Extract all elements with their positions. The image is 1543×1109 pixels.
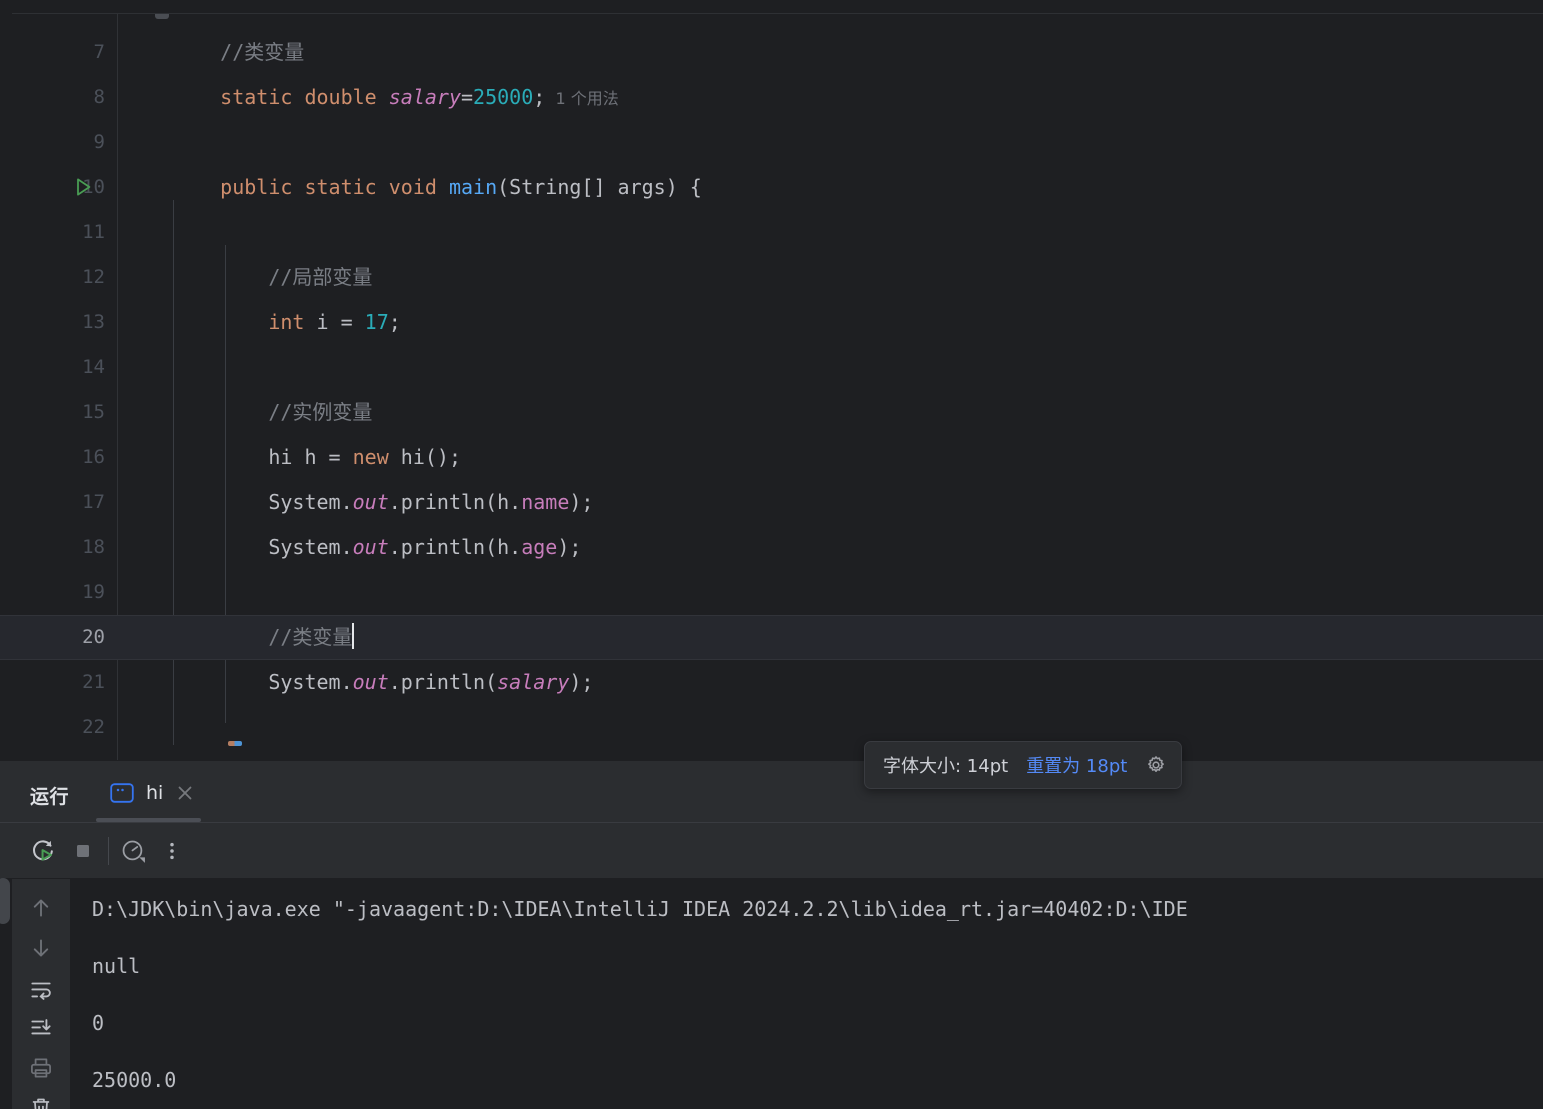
code-lines-container: 7 //类变量 8 static double salary=25000; 1 个… (0, 0, 1543, 760)
code-line-9[interactable]: 9 (0, 120, 1543, 165)
line-number: 17 (82, 491, 105, 513)
code-line-7[interactable]: 7 //类变量 (0, 30, 1543, 75)
console-output-line: 0 (92, 1011, 105, 1035)
run-tool-window: 运行 hi D:\JDK\bin\java.exe "-javaagent:D:… (0, 760, 1543, 1109)
line-number: 7 (93, 41, 105, 63)
line-number: 8 (93, 86, 105, 108)
text-caret (352, 623, 355, 649)
arrow-up-icon[interactable] (26, 893, 56, 923)
code-text[interactable]: //实例变量 (172, 390, 1543, 435)
code-text[interactable]: //局部变量 (172, 255, 1543, 300)
line-number: 9 (93, 131, 105, 153)
console-text[interactable]: D:\JDK\bin\java.exe "-javaagent:D:\IDEA\… (92, 879, 1543, 1109)
code-line-11[interactable]: 11 (0, 210, 1543, 255)
console-output-area[interactable]: D:\JDK\bin\java.exe "-javaagent:D:\IDEA\… (0, 879, 1543, 1109)
line-number: 18 (82, 536, 105, 558)
code-text[interactable]: public static void main(String[] args) { (172, 165, 1543, 210)
code-line-20[interactable]: 20 //类变量 (0, 615, 1543, 660)
scroll-to-end-icon[interactable] (26, 1013, 56, 1043)
toolbar-separator (108, 837, 109, 865)
fold-indicator-bottom[interactable] (228, 741, 242, 746)
console-output-line: null (92, 954, 141, 978)
console-output-line: 25000.0 (92, 1068, 177, 1092)
run-toolbar (0, 823, 1543, 879)
code-editor[interactable]: 7 //类变量 8 static double salary=25000; 1 个… (0, 0, 1543, 760)
ide-window: 7 //类变量 8 static double salary=25000; 1 个… (0, 0, 1543, 1109)
arrow-down-icon[interactable] (26, 933, 56, 963)
code-text[interactable]: System.out.println(h.name); (172, 480, 1543, 525)
font-size-popup[interactable]: 字体大小: 14pt 重置为 18pt (864, 741, 1183, 789)
trash-icon[interactable] (26, 1093, 56, 1109)
line-number: 14 (82, 356, 105, 378)
console-icon (110, 782, 134, 803)
code-text[interactable]: hi h = new hi(); (172, 435, 1543, 480)
line-number: 13 (82, 311, 105, 333)
profiler-button[interactable] (118, 836, 148, 866)
code-line-12[interactable]: 12 //局部变量 (0, 255, 1543, 300)
line-number: 12 (82, 266, 105, 288)
run-play-icon[interactable] (72, 176, 94, 198)
code-line-14[interactable]: 14 (0, 345, 1543, 390)
code-line-16[interactable]: 16 hi h = new hi(); (0, 435, 1543, 480)
run-tab-strip: 运行 hi (0, 761, 1543, 823)
line-number: 22 (82, 716, 105, 738)
code-line-13[interactable]: 13 int i = 17; (0, 300, 1543, 345)
reset-font-size-link[interactable]: 重置为 18pt (1026, 752, 1127, 778)
code-text[interactable]: //类变量 (172, 30, 1543, 75)
code-text[interactable]: //类变量 (172, 615, 1543, 660)
code-text[interactable]: int i = 17; (172, 300, 1543, 345)
console-command-line: D:\JDK\bin\java.exe "-javaagent:D:\IDEA\… (92, 897, 1188, 921)
inlay-hint-usages[interactable]: 1 个用法 (545, 89, 618, 108)
line-number: 16 (82, 446, 105, 468)
gear-icon[interactable] (1145, 754, 1167, 776)
console-sidebar (12, 879, 70, 1109)
run-window-title: 运行 (30, 786, 70, 808)
stop-button[interactable] (68, 836, 98, 866)
collapsed-sidebar-handle[interactable] (0, 878, 10, 924)
code-line-21[interactable]: 21 System.out.println(salary); (0, 660, 1543, 705)
line-number: 20 (82, 626, 105, 648)
run-tab-label: hi (146, 781, 164, 804)
font-size-label: 字体大小: 14pt (883, 756, 1009, 777)
code-text[interactable]: System.out.println(h.age); (172, 525, 1543, 570)
code-line-15[interactable]: 15 //实例变量 (0, 390, 1543, 435)
printer-icon[interactable] (26, 1053, 56, 1083)
code-text[interactable]: static double salary=25000; 1 个用法 (172, 75, 1543, 121)
line-number: 11 (82, 221, 105, 243)
line-number: 21 (82, 671, 105, 693)
code-line-19[interactable]: 19 (0, 570, 1543, 615)
close-icon[interactable] (175, 783, 195, 803)
code-text[interactable]: System.out.println(salary); (172, 660, 1543, 705)
code-line-17[interactable]: 17 System.out.println(h.name); (0, 480, 1543, 525)
code-line-10[interactable]: 10 public static void main(String[] args… (0, 165, 1543, 210)
console-sidebar-divider (70, 879, 71, 1109)
code-line-8[interactable]: 8 static double salary=25000; 1 个用法 (0, 75, 1543, 120)
soft-wrap-icon[interactable] (26, 975, 56, 1005)
rerun-button[interactable] (28, 836, 58, 866)
run-tab-hi[interactable]: hi (96, 762, 209, 823)
more-options-button[interactable] (157, 836, 187, 866)
line-number: 15 (82, 401, 105, 423)
line-number: 19 (82, 581, 105, 603)
code-line-18[interactable]: 18 System.out.println(h.age); (0, 525, 1543, 570)
